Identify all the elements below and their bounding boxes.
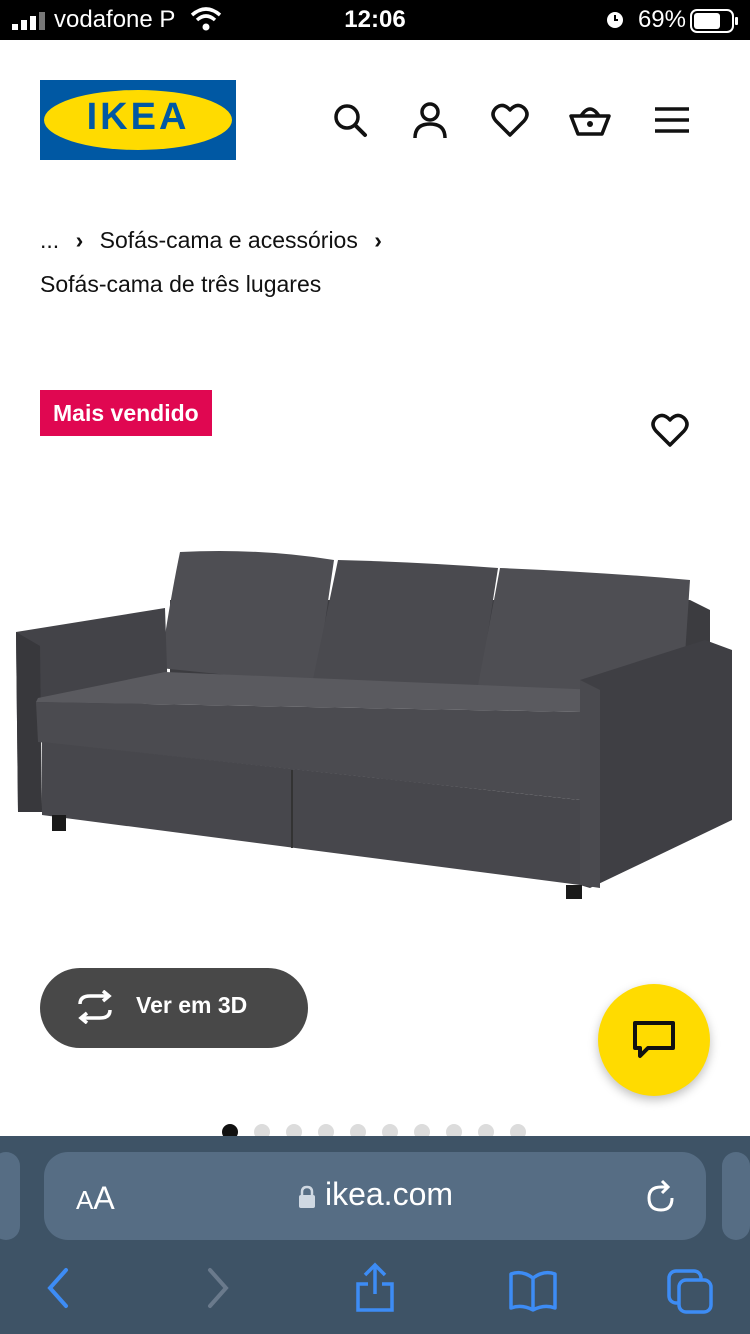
- chevron-right-icon: ›: [75, 227, 84, 253]
- breadcrumb-current[interactable]: Sofás-cama de três lugares: [40, 268, 321, 300]
- url-text: ikea.com: [324, 1176, 454, 1212]
- share-icon[interactable]: [354, 1262, 396, 1314]
- heart-icon[interactable]: [490, 100, 530, 140]
- logo-text: IKEA: [86, 96, 190, 138]
- chat-button[interactable]: [598, 984, 710, 1096]
- menu-icon[interactable]: [652, 100, 692, 140]
- forward-icon[interactable]: [204, 1266, 232, 1310]
- back-icon[interactable]: [44, 1266, 72, 1310]
- view-in-3d-label: Ver em 3D: [136, 992, 248, 1018]
- best-seller-badge: Mais vendido: [40, 390, 212, 436]
- search-icon[interactable]: [330, 100, 370, 140]
- tabs-icon[interactable]: [666, 1268, 714, 1314]
- favourite-heart-icon[interactable]: [650, 410, 690, 450]
- user-icon[interactable]: [410, 100, 450, 140]
- product-image-sofa[interactable]: [0, 520, 750, 920]
- rotate-3d-icon: [78, 990, 112, 1024]
- alarm-icon: [607, 12, 623, 28]
- battery-percent: 69%: [637, 6, 686, 33]
- breadcrumb-parent-link[interactable]: Sofás-cama e acessórios: [100, 227, 358, 253]
- lock-icon: [298, 1185, 315, 1208]
- next-tab-edge[interactable]: [722, 1152, 750, 1240]
- chat-bubble-icon: [633, 1021, 675, 1058]
- bookmarks-icon[interactable]: [508, 1270, 558, 1312]
- chevron-right-icon: ›: [374, 227, 382, 253]
- basket-icon[interactable]: [568, 100, 612, 140]
- breadcrumb-ellipsis[interactable]: ...: [40, 227, 59, 253]
- breadcrumb: ... › Sofás-cama e acessórios › Sofás-ca…: [40, 224, 392, 297]
- reload-icon[interactable]: [644, 1178, 678, 1214]
- address-bar[interactable]: AA ikea.com: [44, 1152, 706, 1240]
- previous-tab-edge[interactable]: [0, 1152, 20, 1240]
- view-in-3d-button[interactable]: Ver em 3D: [40, 968, 308, 1048]
- status-bar: vodafone P 12:06 69%: [0, 0, 750, 40]
- ikea-logo[interactable]: IKEA: [40, 80, 236, 160]
- battery-icon: [690, 9, 738, 33]
